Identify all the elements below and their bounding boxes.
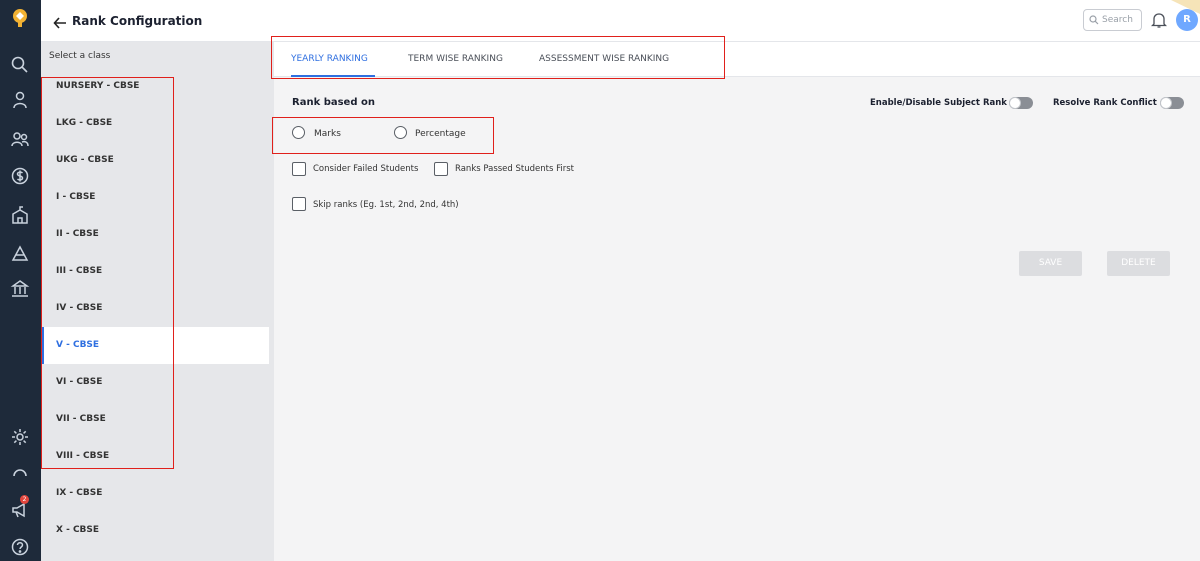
skip-ranks-checkbox[interactable]	[292, 197, 306, 211]
class-item[interactable]: II - CBSE	[41, 216, 269, 253]
users-icon[interactable]	[10, 129, 30, 149]
class-item[interactable]: UKG - CBSE	[41, 142, 269, 179]
toggle-knob	[1160, 97, 1172, 109]
subject-rank-toggle-label: Enable/Disable Subject Rank	[870, 98, 1007, 108]
support-icon[interactable]	[10, 464, 30, 484]
class-item[interactable]: III - CBSE	[41, 253, 269, 290]
ranking-tabs: YEARLY RANKING TERM WISE RANKING ASSESSM…	[274, 42, 1200, 77]
avatar[interactable]: R	[1176, 9, 1198, 31]
search-icon[interactable]	[10, 55, 30, 75]
marks-radio-label: Marks	[314, 129, 341, 139]
class-item[interactable]: IV - CBSE	[41, 290, 269, 327]
resolve-conflict-toggle[interactable]	[1160, 97, 1184, 109]
back-arrow-icon[interactable]	[53, 15, 67, 29]
left-nav-rail: 2	[0, 0, 41, 561]
search-icon	[1089, 15, 1099, 25]
help-icon[interactable]	[10, 537, 30, 557]
ranks-passed-first-label: Ranks Passed Students First	[455, 164, 574, 174]
class-list-label: Select a class	[49, 51, 111, 61]
tab-yearly-ranking[interactable]: YEARLY RANKING	[291, 42, 375, 77]
transport-icon[interactable]	[10, 279, 30, 299]
class-item[interactable]: I - CBSE	[41, 179, 269, 216]
class-item[interactable]: VII - CBSE	[41, 401, 269, 438]
class-item[interactable]: IX - CBSE	[41, 475, 269, 512]
building-icon[interactable]	[10, 205, 30, 225]
consider-failed-label: Consider Failed Students	[313, 164, 419, 174]
class-item-selected[interactable]: V - CBSE	[41, 327, 269, 364]
student-icon[interactable]	[10, 90, 30, 110]
subject-rank-toggle[interactable]	[1009, 97, 1033, 109]
search-input[interactable]: Search	[1083, 9, 1142, 31]
notification-badge: 2	[20, 495, 29, 504]
inventory-icon[interactable]	[10, 243, 30, 263]
class-item[interactable]: NURSERY - CBSE	[41, 68, 269, 105]
percentage-radio-label: Percentage	[415, 129, 466, 139]
delete-button[interactable]: DELETE	[1107, 251, 1170, 276]
class-list-panel: Select a class NURSERY - CBSE LKG - CBSE…	[41, 42, 274, 561]
class-item[interactable]: VI - CBSE	[41, 364, 269, 401]
page-title: Rank Configuration	[72, 14, 203, 28]
marks-radio[interactable]	[292, 126, 305, 139]
consider-failed-checkbox[interactable]	[292, 162, 306, 176]
logo-icon[interactable]	[10, 8, 30, 28]
settings-icon[interactable]	[10, 427, 30, 447]
tab-assessment-wise-ranking[interactable]: ASSESSMENT WISE RANKING	[539, 42, 669, 77]
class-item[interactable]: VIII - CBSE	[41, 438, 269, 475]
search-placeholder: Search	[1102, 15, 1133, 25]
toggle-knob	[1009, 97, 1021, 109]
save-button[interactable]: SAVE	[1019, 251, 1082, 276]
tab-term-wise-ranking[interactable]: TERM WISE RANKING	[408, 42, 503, 77]
rank-based-on-heading: Rank based on	[292, 97, 375, 108]
resolve-conflict-toggle-label: Resolve Rank Conflict	[1053, 98, 1157, 108]
class-item[interactable]: LKG - CBSE	[41, 105, 269, 142]
class-item[interactable]: X - CBSE	[41, 512, 269, 549]
ranks-passed-first-checkbox[interactable]	[434, 162, 448, 176]
fees-icon[interactable]	[10, 166, 30, 186]
percentage-radio[interactable]	[394, 126, 407, 139]
skip-ranks-label: Skip ranks (Eg. 1st, 2nd, 2nd, 4th)	[313, 200, 459, 210]
top-header: Rank Configuration Search R	[41, 0, 1200, 42]
